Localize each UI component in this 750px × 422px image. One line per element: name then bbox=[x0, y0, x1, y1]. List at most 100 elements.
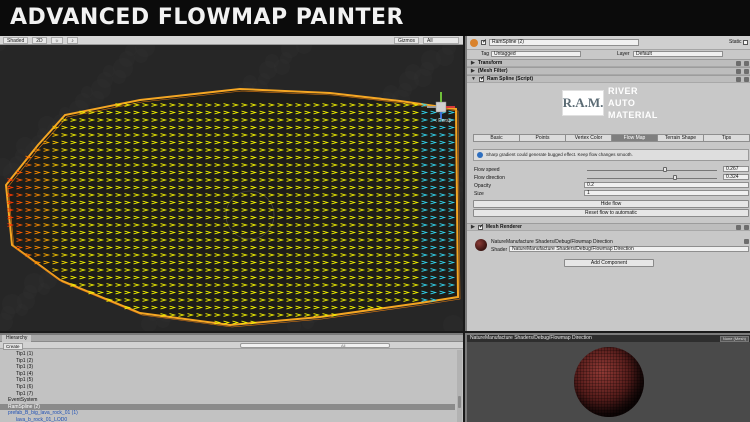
inspector-panel: RamSpline (2) Static Tag Untagged Layer … bbox=[465, 36, 750, 331]
ground-speckle bbox=[421, 50, 441, 70]
tab-hierarchy[interactable]: Hierarchy bbox=[2, 335, 32, 342]
scrollbar-thumb[interactable] bbox=[458, 396, 461, 408]
flow-speed-slider-track[interactable] bbox=[587, 170, 717, 171]
ground-speckle bbox=[2, 294, 22, 314]
tab-terrain-shape[interactable]: Terrain Shape bbox=[657, 134, 704, 142]
tag-dropdown[interactable]: Untagged bbox=[491, 51, 581, 57]
material-preview-panel: NatureManufacture Shaders/Debug/Flowmap … bbox=[465, 333, 750, 422]
hierarchy-item[interactable]: prefab_B_big_lava_rock_01 (1) bbox=[8, 410, 78, 416]
size-label: Size bbox=[474, 191, 484, 197]
tab-points[interactable]: Points bbox=[519, 134, 566, 142]
logo-line-material: MATERIAL bbox=[608, 110, 658, 120]
hierarchy-toolbar: Create All bbox=[0, 342, 463, 350]
shader-dropdown[interactable]: NatureManufacture Shaders/Debug/Flowmap … bbox=[509, 246, 749, 252]
ram-spline-component-header[interactable]: ▼ Ram Spline (Script) bbox=[467, 75, 750, 83]
reset-flow-button[interactable]: Reset flow to automatic bbox=[473, 209, 749, 217]
hierarchy-item[interactable]: Tip1 (1) bbox=[16, 351, 33, 357]
static-label: Static bbox=[729, 39, 742, 45]
flow-direction-field[interactable]: 0.324 bbox=[723, 174, 749, 180]
mesh-renderer-component-header[interactable]: ▶ Mesh Renderer bbox=[467, 223, 750, 231]
tab-vertex-color[interactable]: Vertex Color bbox=[565, 134, 612, 142]
selection-highlight bbox=[0, 403, 455, 410]
perspective-label[interactable]: < Persp bbox=[434, 118, 451, 124]
hierarchy-item[interactable]: Tip1 (6) bbox=[16, 384, 33, 390]
preview-mesh-button[interactable]: None (Mesh) bbox=[719, 336, 749, 342]
tab-basic[interactable]: Basic bbox=[473, 134, 520, 142]
gizmos-dropdown[interactable]: Gizmos bbox=[394, 36, 419, 44]
hierarchy-item[interactable]: Tip1 (5) bbox=[16, 377, 33, 383]
help-icon[interactable] bbox=[736, 69, 741, 74]
flow-direction-label: Flow direction bbox=[474, 175, 505, 181]
flowmap-canvas[interactable] bbox=[0, 45, 463, 331]
hierarchy-item[interactable]: Tip1 (7) bbox=[16, 391, 33, 397]
mesh-filter-label: (Mesh Filter) bbox=[477, 68, 508, 74]
ground-speckle bbox=[24, 273, 44, 293]
hierarchy-item[interactable]: RamSpline (2) bbox=[8, 404, 40, 410]
component-enabled-checkbox[interactable] bbox=[477, 223, 484, 230]
component-icons bbox=[736, 77, 749, 82]
hierarchy-scrollbar[interactable] bbox=[457, 350, 462, 422]
warning-helpbox: Sharp gradient could generate bugged eff… bbox=[473, 149, 749, 161]
help-icon[interactable] bbox=[736, 225, 741, 230]
add-component-button[interactable]: Add Component bbox=[564, 259, 654, 267]
hierarchy-search-input[interactable]: All bbox=[240, 343, 390, 348]
hierarchy-tabbar: Hierarchy bbox=[0, 335, 463, 342]
object-name-field[interactable]: RamSpline (2) bbox=[489, 39, 639, 46]
opacity-field[interactable]: 0.2 bbox=[584, 182, 749, 188]
tab-tips[interactable]: Tips bbox=[703, 134, 750, 142]
shading-mode-dropdown[interactable]: Shaded bbox=[3, 36, 29, 44]
audio-toggle-icon[interactable]: ♪ bbox=[67, 36, 78, 44]
help-icon[interactable] bbox=[736, 61, 741, 66]
mesh-filter-component-header[interactable]: ▶ (Mesh Filter) bbox=[467, 67, 750, 75]
2d-toggle[interactable]: 2D bbox=[32, 36, 47, 44]
preview-sphere[interactable] bbox=[574, 347, 644, 417]
shader-label: Shader bbox=[491, 247, 508, 253]
foldout-arrow-icon[interactable]: ▶ bbox=[471, 68, 475, 74]
scene-view[interactable]: Shaded 2D ☼ ♪ Gizmos All < Persp bbox=[0, 36, 463, 331]
object-header: RamSpline (2) Static bbox=[467, 36, 750, 50]
spline-tabs: Basic Points Vertex Color Flow Map Terrain S… bbox=[473, 134, 750, 142]
flow-speed-field[interactable]: 0.267 bbox=[723, 166, 749, 172]
help-icon[interactable] bbox=[736, 77, 741, 82]
settings-gear-icon[interactable] bbox=[744, 77, 749, 82]
hierarchy-panel: Hierarchy Create All Tip1 (1) Tip1 (2) Tip… bbox=[0, 333, 463, 422]
hierarchy-item[interactable]: Tip1 (4) bbox=[16, 371, 33, 377]
hierarchy-item[interactable]: lava_b_rock_01_LOD0 bbox=[16, 417, 67, 422]
hide-flow-button[interactable]: Hide flow bbox=[473, 200, 749, 208]
ground-speckle bbox=[243, 75, 257, 89]
layer-dropdown[interactable]: Default bbox=[633, 51, 723, 57]
ground-speckle bbox=[103, 65, 115, 77]
tab-flow-map[interactable]: Flow Map bbox=[611, 134, 658, 142]
foldout-arrow-icon[interactable]: ▶ bbox=[471, 60, 475, 66]
material-name: NatureManufacture Shaders/Debug/Flowmap … bbox=[491, 239, 613, 245]
transform-component-header[interactable]: ▶ Transform bbox=[467, 59, 750, 67]
foldout-arrow-icon[interactable]: ▶ bbox=[471, 224, 475, 230]
flow-direction-slider-knob[interactable] bbox=[673, 175, 678, 180]
tag-layer-row: Tag Untagged Layer Default bbox=[467, 50, 750, 58]
hierarchy-item[interactable]: EventSystem bbox=[8, 397, 37, 403]
settings-gear-icon[interactable] bbox=[744, 69, 749, 74]
ground-speckle bbox=[405, 64, 421, 80]
settings-gear-icon[interactable] bbox=[744, 61, 749, 66]
preview-header: NatureManufacture Shaders/Debug/Flowmap … bbox=[467, 335, 750, 342]
lighting-toggle-icon[interactable]: ☼ bbox=[50, 36, 64, 44]
size-field[interactable]: 1 bbox=[584, 190, 749, 196]
scene-search-input[interactable]: All bbox=[423, 36, 459, 44]
create-dropdown[interactable]: Create bbox=[3, 343, 23, 350]
axis-gizmo-cube bbox=[435, 101, 447, 113]
flow-direction-slider-track[interactable] bbox=[587, 178, 717, 179]
active-checkbox[interactable] bbox=[481, 38, 487, 45]
static-checkbox[interactable] bbox=[743, 40, 748, 45]
gear-icon[interactable] bbox=[744, 239, 749, 244]
component-icons bbox=[736, 69, 749, 74]
component-icons bbox=[736, 61, 749, 66]
ram-logo: R.A.M. RIVER AUTO MATERIAL bbox=[562, 86, 660, 126]
logo-abbrev: R.A.M. bbox=[562, 90, 604, 116]
flow-speed-slider-knob[interactable] bbox=[663, 167, 667, 172]
foldout-arrow-icon[interactable]: ▼ bbox=[471, 76, 476, 82]
component-enabled-checkbox[interactable] bbox=[478, 75, 485, 82]
component-icons bbox=[736, 225, 749, 230]
settings-gear-icon[interactable] bbox=[744, 225, 749, 230]
hierarchy-item[interactable]: Tip1 (3) bbox=[16, 364, 33, 370]
hierarchy-item[interactable]: Tip1 (2) bbox=[16, 358, 33, 364]
